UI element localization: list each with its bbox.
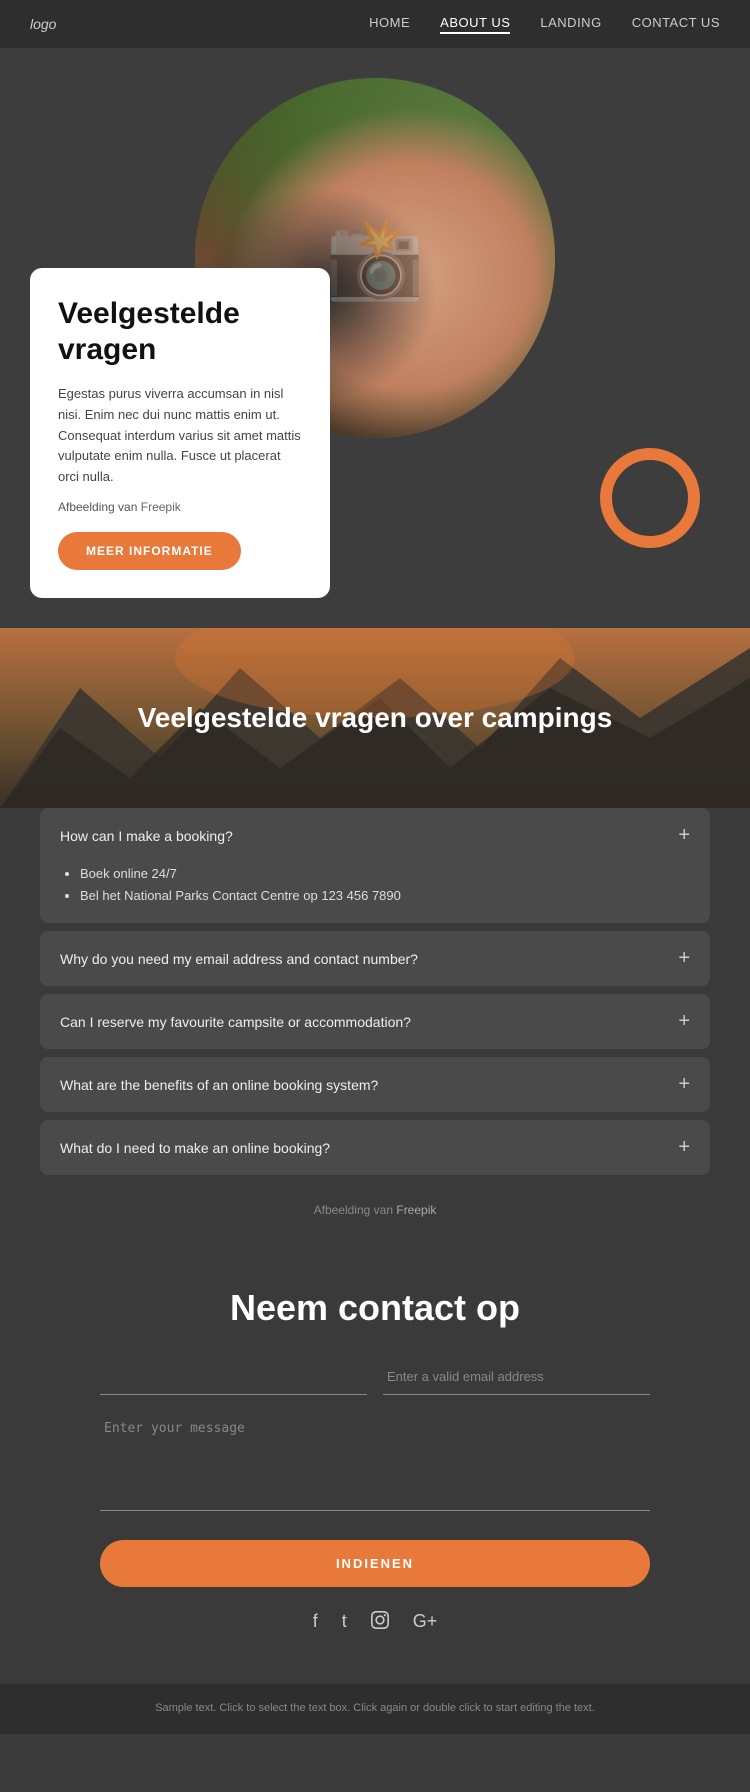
message-textarea[interactable] <box>100 1411 650 1511</box>
accordion-answer-1-0: Boek online 24/7 <box>80 863 690 885</box>
hero-card: Veelgestelde vragen Egestas purus viverr… <box>30 268 330 598</box>
accordion-question-3: Can I reserve my favourite campsite or a… <box>60 1014 411 1030</box>
accordion-item-5: What do I need to make an online booking… <box>40 1120 710 1175</box>
accordion-header-3[interactable]: Can I reserve my favourite campsite or a… <box>40 994 710 1049</box>
accordion-answer-1-1: Bel het National Parks Contact Centre op… <box>80 885 690 907</box>
accordion-plus-3: + <box>678 1010 690 1033</box>
facebook-icon[interactable]: f <box>313 1611 318 1634</box>
accordion-plus-2: + <box>678 947 690 970</box>
accordion-item-3: Can I reserve my favourite campsite or a… <box>40 994 710 1049</box>
instagram-icon[interactable] <box>371 1611 389 1634</box>
contact-title: Neem contact op <box>100 1287 650 1329</box>
accordion-header-4[interactable]: What are the benefits of an online booki… <box>40 1057 710 1112</box>
hero-section: Veelgestelde vragen Egestas purus viverr… <box>0 48 750 628</box>
accordion-item-1: How can I make a booking? + Boek online … <box>40 808 710 923</box>
footer: Sample text. Click to select the text bo… <box>0 1684 750 1734</box>
submit-button[interactable]: INDIENEN <box>100 1540 650 1587</box>
footer-text: Sample text. Click to select the text bo… <box>155 1702 595 1714</box>
accordion-body-1: Boek online 24/7 Bel het National Parks … <box>40 863 710 923</box>
hero-title: Veelgestelde vragen <box>58 296 302 368</box>
nav-landing[interactable]: LANDING <box>540 15 601 34</box>
navbar: logo HOME ABOUT US LANDING CONTACT US <box>0 0 750 48</box>
nav-contact[interactable]: CONTACT US <box>632 15 720 34</box>
meer-informatie-button[interactable]: MEER INFORMATIE <box>58 532 241 570</box>
hero-body: Egestas purus viverra accumsan in nisl n… <box>58 384 302 488</box>
orange-ring-inner <box>568 386 608 426</box>
faq-freepik: Afbeelding van Freepik <box>40 1183 710 1227</box>
freepik-link[interactable]: Freepik <box>141 500 181 514</box>
accordion-question-1: How can I make a booking? <box>60 828 233 844</box>
nav-links: HOME ABOUT US LANDING CONTACT US <box>369 15 720 34</box>
logo: logo <box>30 16 56 32</box>
accordion-header-2[interactable]: Why do you need my email address and con… <box>40 931 710 986</box>
accordion-question-5: What do I need to make an online booking… <box>60 1140 330 1156</box>
name-input[interactable] <box>100 1359 367 1395</box>
faq-banner: Veelgestelde vragen over campings <box>0 628 750 808</box>
orange-ring-decoration <box>600 448 700 548</box>
hero-freepik: Afbeelding van Freepik <box>58 500 302 514</box>
accordion-plus-4: + <box>678 1073 690 1096</box>
nav-home[interactable]: HOME <box>369 15 410 34</box>
accordion-question-4: What are the benefits of an online booki… <box>60 1077 378 1093</box>
email-input[interactable] <box>383 1359 650 1395</box>
faq-freepik-link[interactable]: Freepik <box>396 1203 436 1217</box>
accordion-plus-5: + <box>678 1136 690 1159</box>
nav-about[interactable]: ABOUT US <box>440 15 510 34</box>
accordion-header-1[interactable]: How can I make a booking? + <box>40 808 710 863</box>
accordion-item-2: Why do you need my email address and con… <box>40 931 710 986</box>
social-row: f t G+ <box>100 1611 650 1634</box>
faq-banner-title: Veelgestelde vragen over campings <box>98 702 653 734</box>
accordion-item-4: What are the benefits of an online booki… <box>40 1057 710 1112</box>
twitter-icon[interactable]: t <box>342 1611 347 1634</box>
contact-section: Neem contact op INDIENEN f t G+ <box>0 1247 750 1684</box>
accordion-plus-1: + <box>678 824 690 847</box>
accordion-header-5[interactable]: What do I need to make an online booking… <box>40 1120 710 1175</box>
contact-form-row <box>100 1359 650 1395</box>
accordion-question-2: Why do you need my email address and con… <box>60 951 418 967</box>
googleplus-icon[interactable]: G+ <box>413 1611 438 1634</box>
faq-section: How can I make a booking? + Boek online … <box>0 808 750 1247</box>
